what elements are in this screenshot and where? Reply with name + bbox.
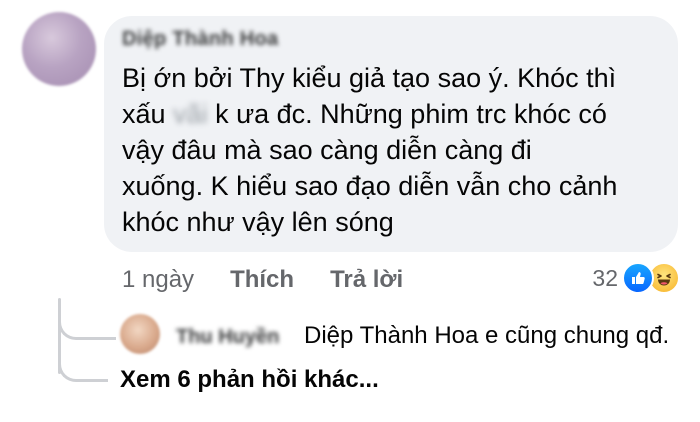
commenter-avatar[interactable]	[22, 12, 96, 86]
reaction-count: 32	[592, 264, 618, 291]
reaction-summary[interactable]: 32	[592, 262, 680, 294]
comment-author-name[interactable]: Diệp Thành Hoa	[122, 28, 278, 51]
reply-author-avatar[interactable]	[120, 314, 160, 354]
comment-timestamp[interactable]: 1 ngày	[122, 266, 194, 294]
comment-body: Bị ớn bởi Thy kiểu giả tạo sao ý. Khóc t…	[122, 60, 662, 240]
censored-word: vãi	[173, 99, 208, 129]
like-icon	[622, 262, 654, 294]
comment-actions: 1 ngày Thích Trả lời	[122, 266, 403, 294]
view-more-replies-link[interactable]: Xem 6 phản hồi khác...	[120, 366, 379, 394]
reply-button[interactable]: Trả lời	[330, 266, 403, 294]
thread-connector-reply	[58, 316, 116, 340]
reply-author-name[interactable]: Thu Huyền	[176, 326, 279, 349]
reply-preview-text[interactable]: Diệp Thành Hoa e cũng chung qđ.	[304, 322, 669, 350]
like-button[interactable]: Thích	[230, 266, 294, 294]
thread-connector-more	[58, 356, 108, 382]
